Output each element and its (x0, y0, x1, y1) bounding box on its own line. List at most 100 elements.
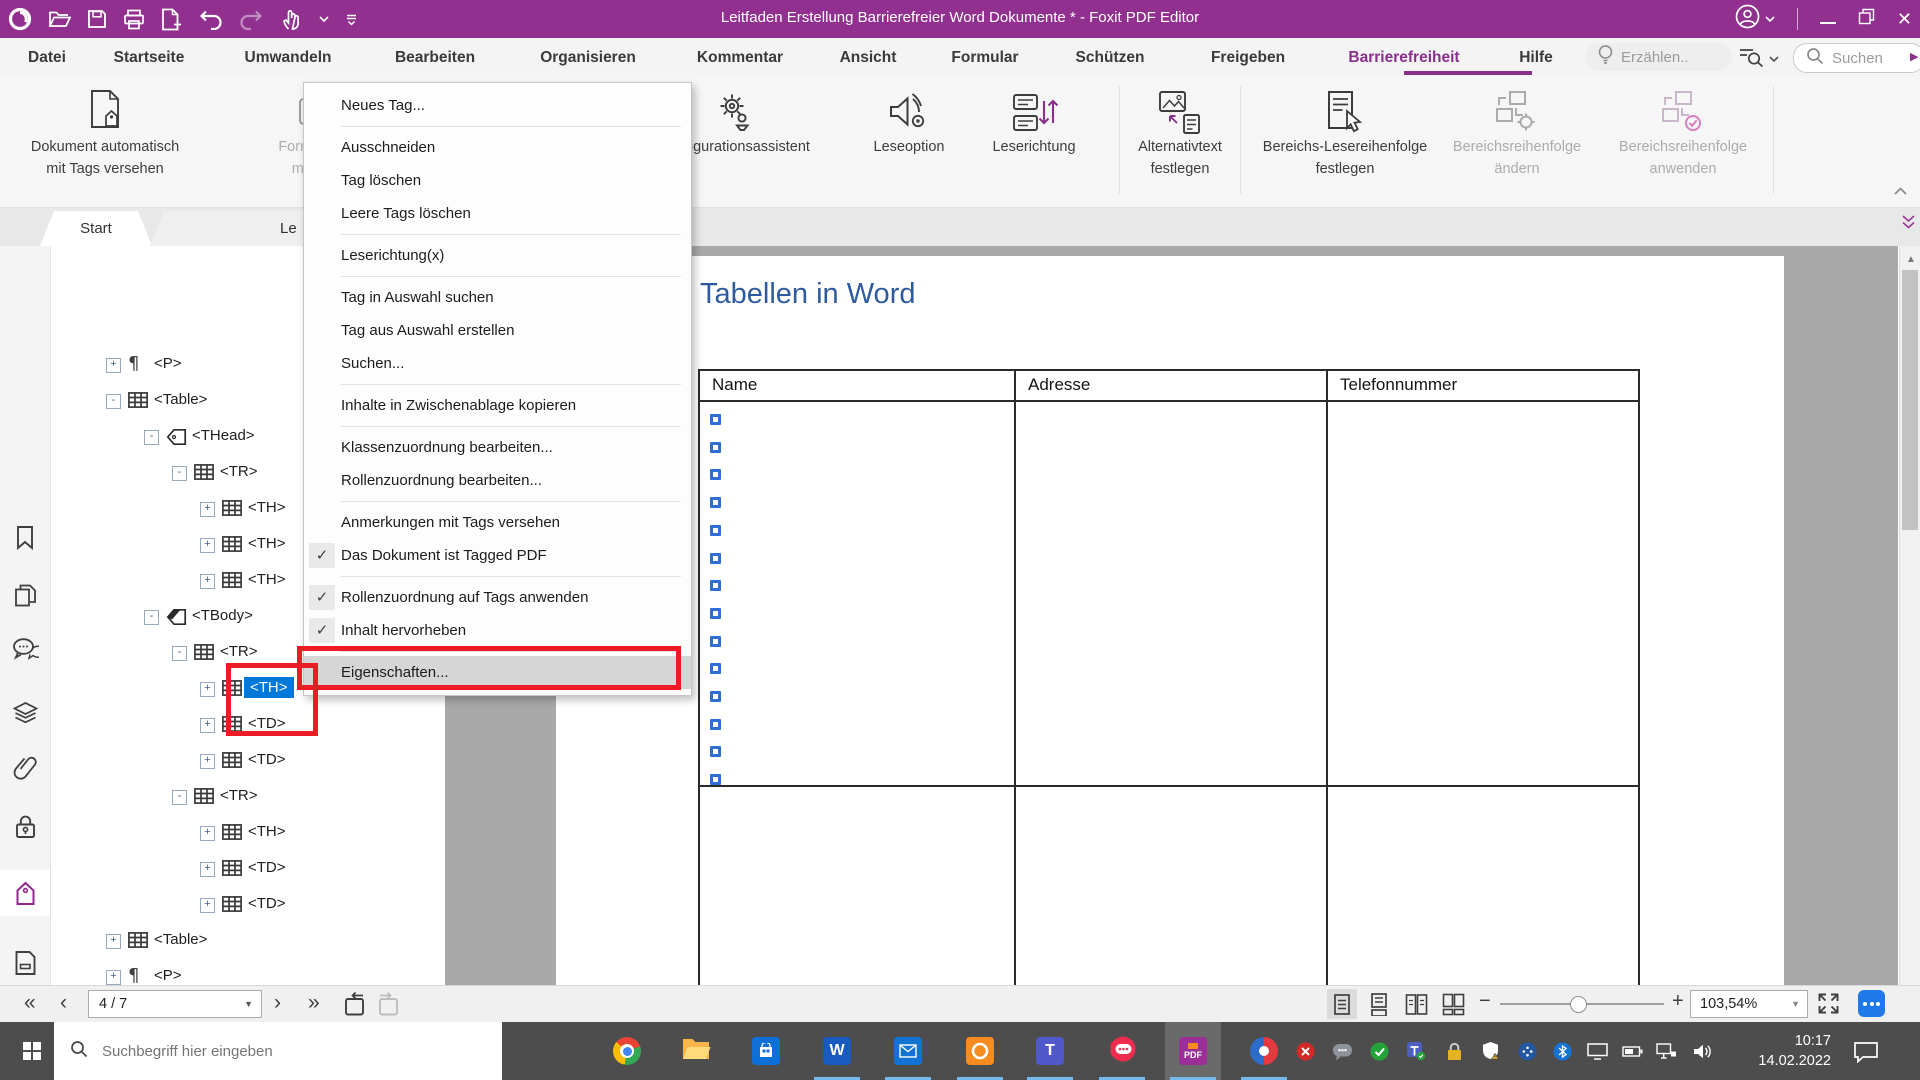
ribbon-region-read-button[interactable]: Bereichs-Lesereihenfolgefestlegen (1241, 80, 1449, 180)
sidebar-item-pages[interactable] (0, 572, 50, 618)
tree-row[interactable]: -<TR> (50, 781, 420, 813)
tree-row[interactable]: +<Table> (50, 925, 420, 957)
continuous-view-button[interactable] (1364, 989, 1394, 1019)
menu-ansicht[interactable]: Ansicht (840, 45, 897, 71)
context-menu-item[interactable]: Rollenzuordnung auf Tags anwenden✓ (304, 581, 691, 614)
taskbar-app-word[interactable]: W (809, 1022, 865, 1080)
sidebar-item-tags[interactable] (0, 870, 50, 916)
context-menu-item[interactable]: Das Dokument ist Tagged PDF✓ (304, 539, 691, 572)
sidebar-item-layers[interactable] (0, 689, 50, 735)
tree-node[interactable]: <TH> (248, 535, 286, 552)
ribbon-speaker-button[interactable]: Leseoption (853, 80, 965, 158)
expand-panel-chevrons[interactable] (1901, 214, 1916, 235)
taskbar-app-chrome[interactable] (599, 1022, 655, 1080)
single-page-view-button[interactable] (1327, 989, 1357, 1019)
tree-expand-icon[interactable]: + (200, 826, 215, 841)
tray-teams-status[interactable] (1401, 1022, 1431, 1080)
restore-button[interactable] (1858, 8, 1875, 30)
tree-node[interactable]: <TH> (248, 499, 286, 516)
tray-vpn-lock[interactable] (1439, 1022, 1469, 1080)
ribbon-alt-text-button[interactable]: Alternativtextfestlegen (1121, 80, 1239, 180)
context-menu-item[interactable]: Tag aus Auswahl erstellen (304, 314, 691, 347)
menubar-overflow-arrow[interactable]: ▶ (1910, 50, 1918, 63)
tray-antivirus-status[interactable] (1364, 1022, 1394, 1080)
sidebar-item-bookmarks[interactable] (0, 514, 50, 560)
menu-bearbeiten[interactable]: Bearbeiten (395, 45, 475, 71)
sidebar-item-security[interactable] (0, 804, 50, 850)
taskbar-app-capture-tool[interactable] (1236, 1022, 1292, 1080)
tree-expand-icon[interactable]: + (200, 862, 215, 877)
tray-security-warning[interactable] (1476, 1022, 1506, 1080)
tree-row[interactable]: + <TD> (50, 853, 420, 885)
tree-collapse-icon[interactable]: - (172, 646, 187, 661)
menu-schützen[interactable]: Schützen (1076, 45, 1145, 71)
tree-node[interactable]: <THead> (192, 427, 255, 444)
tree-node[interactable]: <TH> (248, 823, 286, 840)
last-page-button[interactable]: » (308, 991, 320, 1015)
zoom-out-button[interactable]: − (1479, 990, 1491, 1013)
tree-expand-icon[interactable]: + (200, 898, 215, 913)
tree-node[interactable]: <TD> (248, 895, 286, 912)
tree-node[interactable]: <TR> (220, 463, 258, 480)
context-menu-item[interactable]: Inhalt hervorheben✓ (304, 614, 691, 647)
tree-expand-icon[interactable]: + (106, 970, 121, 985)
tree-node[interactable]: <TD> (248, 751, 286, 768)
tab-start[interactable]: Start (40, 211, 152, 246)
menu-formular[interactable]: Formular (951, 45, 1018, 71)
tray-battery[interactable] (1617, 1022, 1647, 1080)
taskbar-app-microsoft-store[interactable] (738, 1022, 794, 1080)
tree-node[interactable]: <TD> (248, 859, 286, 876)
menu-hilfe[interactable]: Hilfe (1519, 45, 1553, 71)
tree-expand-icon[interactable]: + (200, 574, 215, 589)
page-indicator[interactable]: 4 / 7 ▼ (88, 990, 262, 1018)
context-menu-item[interactable]: Tag in Auswahl suchen (304, 281, 691, 314)
tree-expand-icon[interactable]: + (200, 718, 215, 733)
facing-continuous-view-button[interactable] (1438, 989, 1468, 1019)
tray-ethernet[interactable] (1651, 1022, 1681, 1080)
tray-volume[interactable] (1687, 1022, 1717, 1080)
zoom-level-box[interactable]: 103,54% ▼ (1690, 990, 1808, 1018)
menu-kommentar[interactable]: Kommentar (697, 45, 783, 71)
tray-bluetooth[interactable] (1547, 1022, 1577, 1080)
tray-app-error[interactable] (1290, 1022, 1320, 1080)
context-menu-item[interactable]: Ausschneiden (304, 131, 691, 164)
tell-me-box[interactable]: Erzählen.. (1585, 43, 1732, 71)
tray-chat-status[interactable] (1327, 1022, 1357, 1080)
sidebar-item-attachments[interactable] (0, 744, 50, 790)
context-menu-item[interactable]: Suchen... (304, 347, 691, 380)
context-menu-item[interactable]: Tag löschen (304, 164, 691, 197)
next-view-button[interactable] (374, 992, 401, 1022)
tree-node[interactable]: <P> (154, 355, 182, 372)
sidebar-item-comments[interactable] (0, 626, 50, 672)
tree-node[interactable]: <TBody> (192, 607, 253, 624)
ribbon-doc-tag-button[interactable]: Dokument automatischmit Tags versehen (5, 80, 205, 180)
zoom-slider-thumb[interactable] (1570, 996, 1587, 1013)
tree-node[interactable]: <TR> (220, 643, 258, 660)
taskbar-app-foxit-orange[interactable] (952, 1022, 1008, 1080)
action-center-icon[interactable] (1852, 1039, 1880, 1069)
taskbar-search[interactable] (54, 1022, 502, 1080)
document-scrollbar[interactable]: ▲ (1899, 246, 1920, 985)
account-button[interactable] (1735, 4, 1775, 34)
context-menu-item[interactable]: Leere Tags löschen (304, 197, 691, 230)
zoom-in-button[interactable]: + (1672, 990, 1684, 1013)
context-menu-item[interactable]: Anmerkungen mit Tags versehen (304, 506, 691, 539)
tree-collapse-icon[interactable]: - (172, 466, 187, 481)
scrollbar-thumb[interactable] (1902, 270, 1918, 530)
tree-row[interactable]: +<TD> (50, 745, 420, 777)
previous-page-button[interactable]: ‹ (60, 991, 67, 1015)
context-menu-item[interactable]: Klassenzuordnung bearbeiten... (304, 431, 691, 464)
close-button[interactable]: ✕ (1897, 10, 1912, 28)
advanced-search-button[interactable] (1738, 46, 1779, 72)
tree-row[interactable]: + <TD> (50, 889, 420, 921)
menu-organisieren[interactable]: Organisieren (540, 45, 636, 71)
first-page-button[interactable]: « (24, 991, 36, 1015)
previous-view-button[interactable] (342, 992, 369, 1022)
tree-expand-icon[interactable]: + (200, 538, 215, 553)
menu-umwandeln[interactable]: Umwandeln (245, 45, 332, 71)
fullscreen-button[interactable] (1816, 991, 1841, 1021)
taskbar-app-rocket-chat[interactable] (1094, 1022, 1150, 1080)
taskbar-clock[interactable]: 10:17 14.02.2022 (1725, 1022, 1831, 1080)
taskbar-app-mail[interactable] (880, 1022, 936, 1080)
tree-expand-icon[interactable]: + (106, 934, 121, 949)
